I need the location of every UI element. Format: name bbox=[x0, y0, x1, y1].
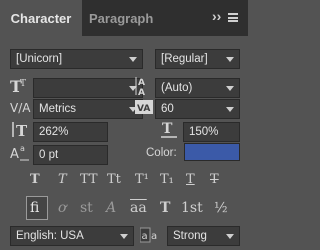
standard-ligatures-button[interactable]: fi bbox=[30, 200, 39, 216]
anti-alias-select[interactable]: Strong bbox=[167, 226, 240, 246]
svg-text:a: a bbox=[20, 144, 25, 153]
font-style-select[interactable]: [Regular] bbox=[155, 49, 240, 69]
font-family-select[interactable]: [Unicorn] bbox=[10, 49, 143, 69]
svg-text:T: T bbox=[20, 79, 26, 89]
anti-alias-letter: a bbox=[142, 231, 148, 242]
tab-bar: Character Paragraph ›› bbox=[0, 0, 248, 36]
svg-text:A: A bbox=[10, 147, 19, 162]
chevron-down-icon bbox=[226, 234, 234, 239]
chevron-down-icon bbox=[226, 86, 234, 91]
svg-text:VA: VA bbox=[137, 104, 150, 114]
vertical-scale-icon: T bbox=[12, 122, 28, 140]
language-select[interactable]: English: USA bbox=[10, 226, 134, 246]
ordinals-button[interactable]: 1st bbox=[181, 200, 203, 216]
font-family-value: [Unicorn] bbox=[16, 53, 63, 65]
kerning-select[interactable]: Metrics bbox=[33, 99, 143, 119]
tracking-icon: VA bbox=[135, 100, 153, 114]
chevron-down-icon bbox=[226, 57, 234, 62]
discretionary-ligatures-button[interactable]: st bbox=[80, 200, 93, 216]
tracking-select[interactable]: 60 bbox=[155, 99, 240, 119]
small-caps-button[interactable]: Tt bbox=[107, 172, 121, 187]
vertical-scale-value: 262% bbox=[39, 126, 69, 138]
swash-button[interactable]: A bbox=[106, 200, 116, 216]
leading-value: (Auto) bbox=[161, 82, 193, 94]
baseline-shift-value: 0 pt bbox=[39, 149, 59, 161]
font-size-select[interactable] bbox=[33, 78, 143, 98]
font-style-value: [Regular] bbox=[161, 53, 208, 65]
subscript-button[interactable]: T₁ bbox=[160, 172, 174, 187]
tracking-value: 60 bbox=[161, 103, 174, 115]
faux-bold-button[interactable]: T bbox=[30, 172, 40, 187]
anti-alias-icon: a a bbox=[140, 227, 157, 243]
chevron-down-icon bbox=[120, 234, 128, 239]
chevron-down-icon bbox=[129, 57, 137, 62]
color-label: Color: bbox=[146, 147, 177, 159]
tab-paragraph[interactable]: Paragraph bbox=[89, 0, 153, 36]
leading-icon: A A bbox=[135, 77, 145, 97]
all-caps-button[interactable]: TT bbox=[80, 172, 98, 187]
anti-alias-value: Strong bbox=[173, 230, 207, 242]
kerning-value: Metrics bbox=[39, 103, 77, 115]
svg-text:A: A bbox=[138, 88, 145, 97]
svg-text:V/A: V/A bbox=[10, 101, 31, 115]
fractions-button[interactable]: ½ bbox=[214, 200, 228, 216]
leading-select[interactable]: (Auto) bbox=[155, 78, 240, 98]
horizontal-scale-icon: T bbox=[161, 121, 177, 138]
anti-alias-letter-2: a bbox=[151, 231, 157, 242]
strikethrough-button[interactable]: T bbox=[210, 172, 219, 187]
svg-text:T: T bbox=[16, 122, 28, 140]
kerning-icon: V/A bbox=[10, 101, 31, 115]
vertical-scale-input[interactable]: 262% bbox=[33, 122, 108, 142]
color-swatch[interactable] bbox=[184, 143, 240, 161]
character-panel: Character Paragraph ›› [Unicorn] [Regula… bbox=[0, 0, 248, 250]
font-size-icon: T T bbox=[10, 77, 26, 95]
horizontal-scale-input[interactable]: 150% bbox=[183, 122, 240, 142]
panel-menu-button[interactable]: ›› bbox=[212, 8, 240, 26]
svg-text:T: T bbox=[162, 121, 173, 137]
hamburger-icon bbox=[228, 13, 238, 22]
titling-alternates-button[interactable]: T bbox=[160, 200, 170, 216]
baseline-shift-icon: A a bbox=[10, 144, 29, 162]
tab-character[interactable]: Character bbox=[0, 0, 82, 36]
language-value: English: USA bbox=[16, 230, 84, 242]
contextual-alternates-button[interactable]: ơ bbox=[58, 200, 66, 216]
baseline-shift-input[interactable]: 0 pt bbox=[33, 145, 108, 165]
horizontal-scale-value: 150% bbox=[189, 126, 219, 138]
superscript-button[interactable]: T¹ bbox=[135, 172, 149, 187]
chevron-down-icon bbox=[226, 107, 234, 112]
underline-button[interactable]: T bbox=[186, 172, 195, 187]
stylistic-alternates-button[interactable]: aa bbox=[130, 200, 147, 216]
svg-text:A: A bbox=[138, 78, 145, 88]
double-chevron-icon: ›› bbox=[212, 8, 222, 24]
faux-italic-button[interactable]: T bbox=[58, 172, 67, 187]
